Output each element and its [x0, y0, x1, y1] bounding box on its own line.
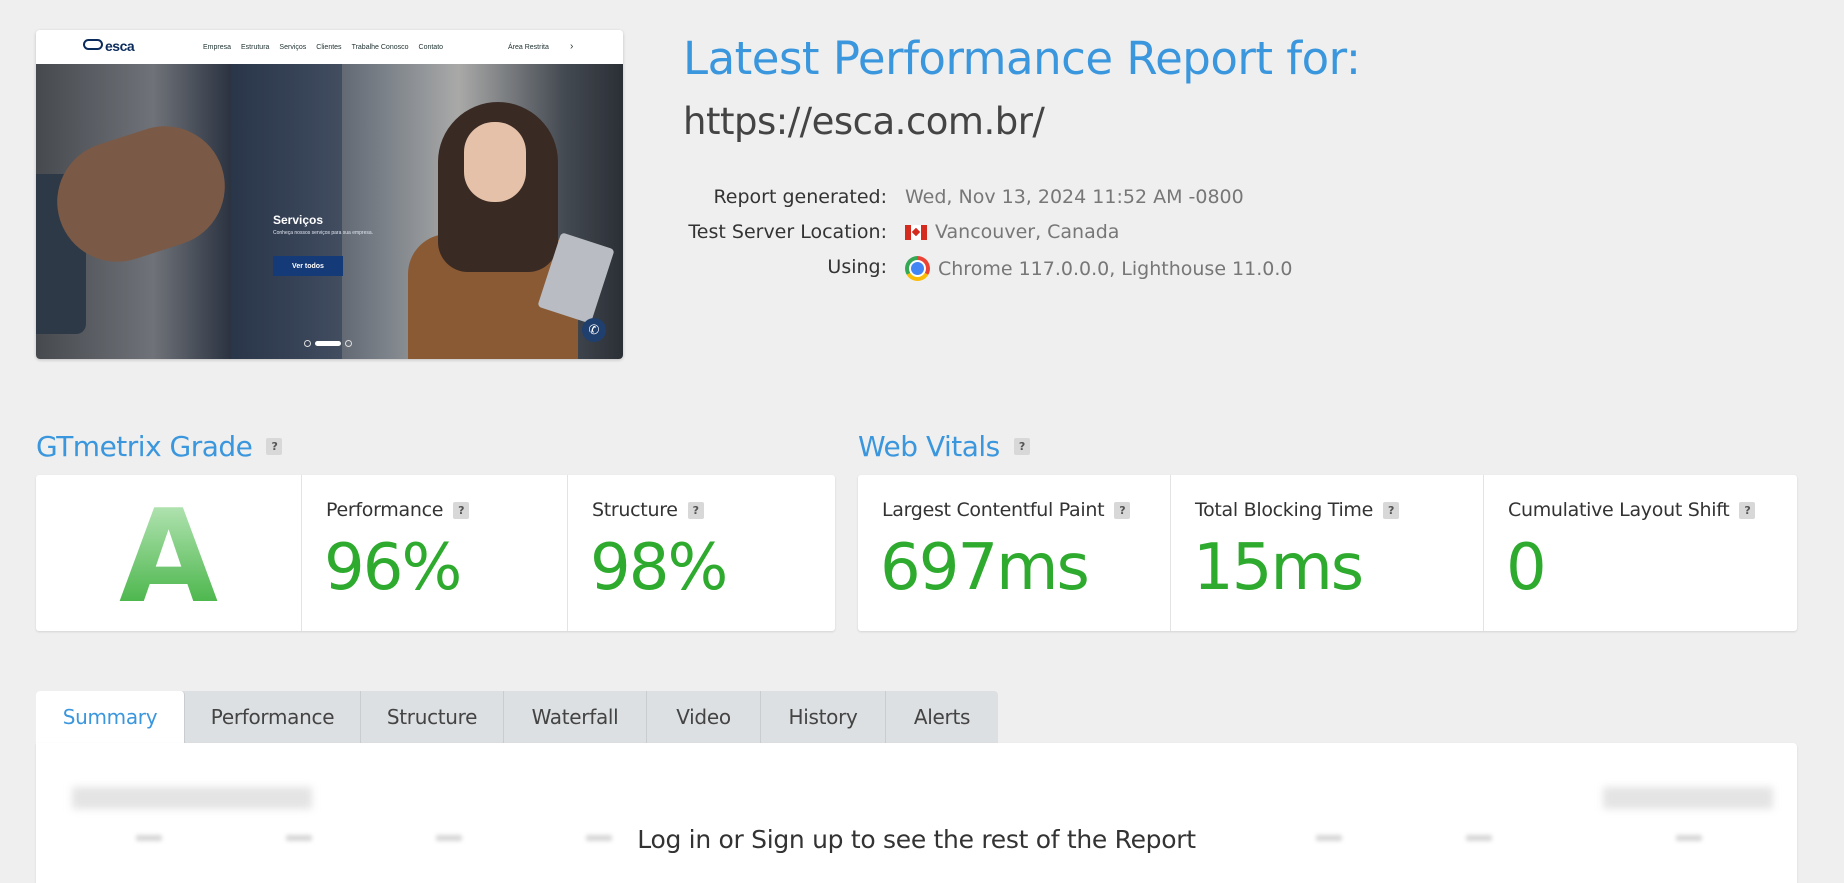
tab-video[interactable]: Video — [647, 691, 761, 743]
screenshot-logo: esca — [83, 38, 135, 54]
cls-label: Cumulative Layout Shift ? — [1508, 499, 1756, 521]
screenshot-logo-text: esca — [105, 38, 135, 54]
screenshot-hero-button: Ver todos — [273, 256, 343, 276]
tbt-cell: Total Blocking Time ? 15ms — [1171, 475, 1484, 631]
web-vitals-heading-text: Web Vitals — [858, 430, 1000, 463]
tbt-label: Total Blocking Time ? — [1195, 499, 1400, 521]
generated-value: Wed, Nov 13, 2024 11:52 AM -0800 — [905, 186, 1244, 208]
cls-value: 0 — [1506, 531, 1547, 605]
tab-structure[interactable]: Structure — [361, 691, 504, 743]
whatsapp-icon: ✆ — [582, 318, 606, 342]
screenshot-carousel-dots — [304, 340, 352, 347]
screenshot-hero-title: Serviços — [273, 213, 324, 227]
screenshot-nav-link: Serviços — [279, 44, 307, 51]
lcp-value: 697ms — [880, 531, 1090, 605]
grade-letter: A — [36, 483, 301, 632]
performance-label-text: Performance — [326, 499, 444, 521]
chevron-right-icon: › — [570, 41, 574, 52]
cls-cell: Cumulative Layout Shift ? 0 — [1484, 475, 1797, 631]
screenshot-nav-links: Empresa Estrutura Serviços Clientes Trab… — [203, 44, 443, 51]
screenshot-nav-link: Clientes — [316, 44, 342, 51]
screenshot-navbar: esca Empresa Estrutura Serviços Clientes… — [36, 30, 623, 64]
tab-summary[interactable]: Summary — [36, 691, 185, 743]
using-value-text: Chrome 117.0.0.0, Lighthouse 11.0.0 — [938, 257, 1293, 280]
site-screenshot: esca Empresa Estrutura Serviços Clientes… — [36, 30, 623, 359]
structure-label: Structure ? — [592, 499, 704, 521]
canada-flag-icon — [905, 224, 927, 240]
report-tabs: Summary Performance Structure Waterfall … — [36, 691, 998, 743]
tab-alerts[interactable]: Alerts — [886, 691, 998, 743]
structure-label-text: Structure — [592, 499, 678, 521]
performance-value: 96% — [324, 531, 462, 605]
gtmetrix-grade-card: A Performance ? 96% Structure ? 98% — [36, 475, 835, 632]
blurred-heading-left — [72, 787, 312, 809]
screenshot-photo-face — [464, 122, 526, 202]
tab-performance[interactable]: Performance — [185, 691, 361, 743]
grade-cell: A — [36, 475, 302, 632]
help-icon[interactable]: ? — [687, 501, 704, 519]
tab-history[interactable]: History — [761, 691, 886, 743]
help-icon[interactable]: ? — [266, 438, 283, 455]
screenshot-hero — [36, 64, 623, 359]
web-vitals-heading: Web Vitals ? — [858, 430, 1030, 463]
lcp-label: Largest Contentful Paint ? — [882, 499, 1131, 521]
screenshot-nav-link: Trabalhe Conosco — [351, 44, 409, 51]
help-icon[interactable]: ? — [1739, 501, 1756, 519]
location-value: Vancouver, Canada — [905, 221, 1119, 243]
tbt-label-text: Total Blocking Time — [1195, 499, 1374, 521]
performance-cell: Performance ? 96% — [302, 475, 568, 631]
tab-waterfall[interactable]: Waterfall — [504, 691, 647, 743]
using-value: Chrome 117.0.0.0, Lighthouse 11.0.0 — [905, 256, 1292, 281]
location-value-text: Vancouver, Canada — [935, 221, 1120, 243]
help-icon[interactable]: ? — [453, 501, 470, 519]
screenshot-hero-subtitle: Conheça nossos serviços para sua empresa… — [273, 230, 374, 236]
summary-panel: Log in or Sign up to see the rest of the… — [36, 743, 1797, 883]
gtmetrix-grade-heading: GTmetrix Grade ? — [36, 430, 283, 463]
report-title: Latest Performance Report for: — [683, 32, 1361, 85]
cls-label-text: Cumulative Layout Shift — [1508, 499, 1730, 521]
screenshot-nav-link: Empresa — [203, 44, 232, 51]
location-label: Test Server Location: — [688, 221, 887, 243]
chrome-icon — [905, 256, 930, 281]
performance-label: Performance ? — [326, 499, 470, 521]
web-vitals-card: Largest Contentful Paint ? 697ms Total B… — [858, 475, 1797, 631]
structure-cell: Structure ? 98% — [568, 475, 835, 631]
report-url: https://esca.com.br/ — [683, 100, 1045, 143]
generated-label: Report generated: — [713, 186, 887, 208]
tbt-value: 15ms — [1193, 531, 1364, 605]
lcp-label-text: Largest Contentful Paint — [882, 499, 1105, 521]
help-icon[interactable]: ? — [1013, 438, 1030, 455]
structure-value: 98% — [590, 531, 728, 605]
login-prompt[interactable]: Log in or Sign up to see the rest of the… — [36, 825, 1797, 854]
generated-value-text: Wed, Nov 13, 2024 11:52 AM -0800 — [905, 186, 1244, 208]
help-icon[interactable]: ? — [1114, 501, 1131, 519]
blurred-heading-right — [1603, 787, 1773, 809]
using-label: Using: — [827, 256, 887, 278]
screenshot-area-link: Área Restrita — [508, 44, 549, 51]
gtmetrix-grade-heading-text: GTmetrix Grade — [36, 430, 253, 463]
screenshot-nav-link: Contato — [418, 44, 444, 51]
lcp-cell: Largest Contentful Paint ? 697ms — [858, 475, 1171, 631]
help-icon[interactable]: ? — [1383, 501, 1400, 519]
screenshot-hero-panel — [232, 64, 342, 359]
screenshot-nav-link: Estrutura — [241, 44, 270, 51]
